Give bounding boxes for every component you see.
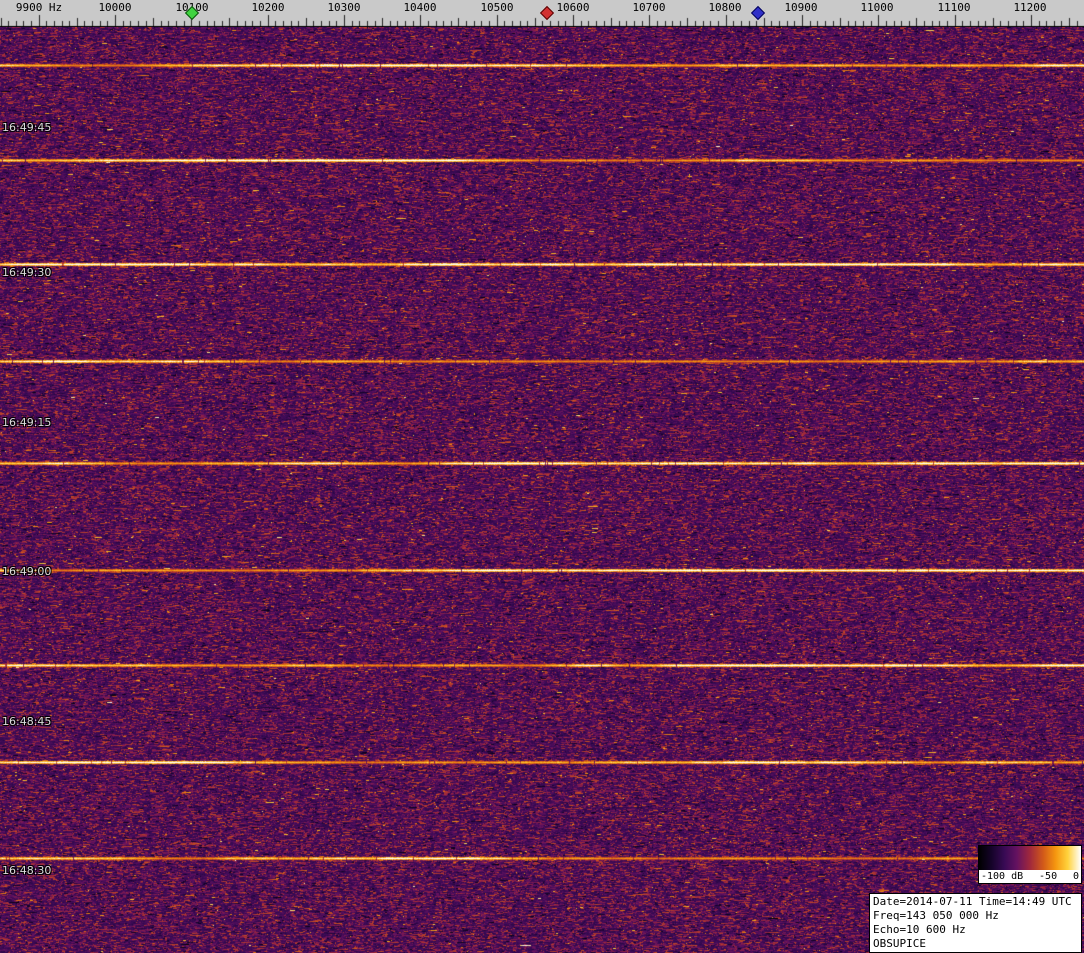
time-label: 16:49:45 <box>2 121 51 134</box>
waterfall-area: 16:49:45 16:49:30 16:49:15 16:49:00 16:4… <box>0 27 1084 953</box>
colorbar-gradient <box>979 846 1081 870</box>
spectrogram-waterfall[interactable] <box>0 27 1084 953</box>
colorbar-labels: -100 dB -50 0 <box>979 870 1081 883</box>
freq-tick-label: 9900 Hz <box>16 1 62 14</box>
spectrogram-display: 9900 Hz 10000 10100 10200 10300 10400 10… <box>0 0 1084 953</box>
time-label: 16:49:15 <box>2 416 51 429</box>
time-label: 16:48:30 <box>2 864 51 877</box>
freq-tick-label: 10900 <box>784 1 817 14</box>
colorbar-mid-label: -50 <box>1039 870 1057 883</box>
colorbar-max-label: 0 <box>1073 870 1079 883</box>
freq-tick-label: 10700 <box>632 1 665 14</box>
colorbar: -100 dB -50 0 <box>978 845 1082 884</box>
freq-tick-label: 10400 <box>403 1 436 14</box>
frequency-ruler[interactable]: 9900 Hz 10000 10100 10200 10300 10400 10… <box>0 0 1084 27</box>
freq-tick-label: 10000 <box>98 1 131 14</box>
time-label: 16:48:45 <box>2 715 51 728</box>
colorbar-min-label: -100 dB <box>981 870 1023 883</box>
freq-tick-label: 10800 <box>708 1 741 14</box>
time-label: 16:49:30 <box>2 266 51 279</box>
info-line-freq: Freq=143 050 000 Hz <box>873 909 1078 923</box>
time-label: 16:49:00 <box>2 565 51 578</box>
info-box: Date=2014-07-11 Time=14:49 UTC Freq=143 … <box>869 893 1082 953</box>
freq-tick-label: 10300 <box>327 1 360 14</box>
freq-tick-label: 11000 <box>860 1 893 14</box>
info-line-echo: Echo=10 600 Hz <box>873 923 1078 937</box>
freq-tick-label: 10600 <box>556 1 589 14</box>
freq-tick-label: 11100 <box>937 1 970 14</box>
freq-tick-label: 10500 <box>480 1 513 14</box>
freq-tick-label: 11200 <box>1013 1 1046 14</box>
info-line-station: OBSUPICE <box>873 937 1078 951</box>
freq-tick-label: 10200 <box>251 1 284 14</box>
info-line-date: Date=2014-07-11 Time=14:49 UTC <box>873 895 1078 909</box>
